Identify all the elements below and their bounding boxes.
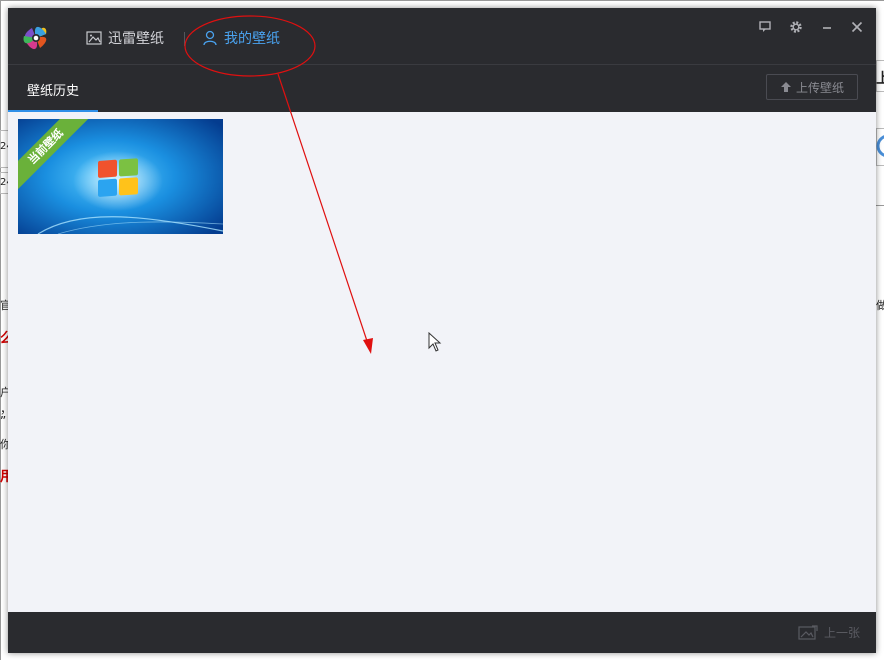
nav-label: 我的壁纸 bbox=[224, 31, 280, 47]
previous-wallpaper-button[interactable]: 上一张 bbox=[798, 624, 860, 641]
nav-label: 迅雷壁纸 bbox=[108, 31, 164, 47]
tab-wallpaper-history[interactable]: 壁纸历史 bbox=[8, 65, 98, 113]
wallpaper-thumbnail[interactable]: 当前壁纸 bbox=[18, 119, 223, 234]
close-button[interactable] bbox=[848, 18, 866, 36]
prev-wallpaper-icon bbox=[798, 624, 818, 640]
app-logo-icon bbox=[23, 26, 47, 50]
image-icon bbox=[86, 31, 102, 45]
title-bar: 迅雷壁纸 我的壁纸 bbox=[8, 8, 876, 64]
sub-toolbar: 壁纸历史 上传壁纸 bbox=[8, 64, 876, 113]
nav-my-wallpaper[interactable]: 我的壁纸 bbox=[202, 28, 280, 48]
wallpaper-app-window: 迅雷壁纸 我的壁纸 壁纸历史 上传壁纸 当前壁纸 上一张 bbox=[8, 8, 876, 653]
footer-bar: 上一张 bbox=[8, 612, 876, 653]
bg-text-fragment: ” bbox=[0, 414, 7, 428]
tab-label: 壁纸历史 bbox=[26, 83, 79, 99]
gear-icon bbox=[790, 21, 802, 33]
bg-circle-icon bbox=[876, 135, 884, 157]
upload-label: 上传壁纸 bbox=[795, 80, 844, 95]
nav-divider bbox=[184, 32, 185, 46]
user-icon bbox=[203, 30, 217, 46]
settings-button[interactable] bbox=[787, 18, 805, 36]
bg-text-fragment: 上 bbox=[876, 71, 884, 87]
upload-wallpaper-button[interactable]: 上传壁纸 bbox=[766, 74, 858, 100]
upload-arrow-icon bbox=[780, 82, 791, 92]
close-icon bbox=[851, 21, 863, 33]
wallpaper-history-grid: 当前壁纸 bbox=[8, 112, 876, 612]
feedback-button[interactable] bbox=[756, 18, 774, 36]
feedback-icon bbox=[759, 21, 771, 32]
nav-xunlei-wallpaper[interactable]: 迅雷壁纸 bbox=[86, 28, 164, 48]
minimize-icon bbox=[823, 27, 831, 29]
prev-label: 上一张 bbox=[823, 626, 860, 640]
minimize-button[interactable] bbox=[818, 18, 836, 36]
bg-text-fragment: 做 bbox=[876, 299, 884, 312]
mouse-cursor-icon bbox=[428, 332, 442, 352]
